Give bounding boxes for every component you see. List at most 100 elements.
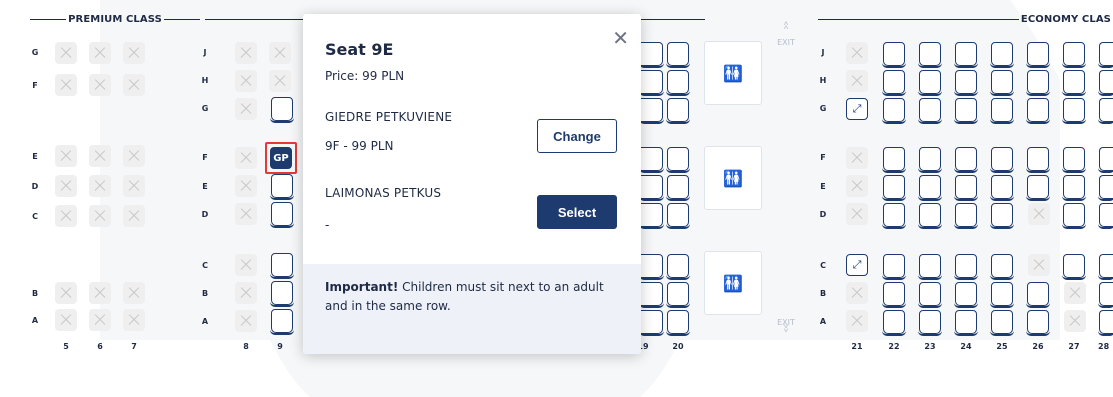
seat-19d[interactable] — [639, 203, 664, 229]
seat-27c[interactable] — [1062, 254, 1086, 280]
seat-22a[interactable] — [882, 310, 906, 336]
seat-9g[interactable] — [270, 97, 294, 123]
seat-22e[interactable] — [882, 175, 906, 201]
seat-28f[interactable] — [1098, 147, 1113, 173]
seat-26e[interactable] — [1026, 175, 1050, 201]
seat-20h[interactable] — [666, 70, 690, 96]
seat-23j[interactable] — [918, 42, 942, 68]
seat-9c[interactable] — [270, 253, 294, 279]
seat-23d[interactable] — [918, 203, 942, 229]
seat-9b[interactable] — [270, 281, 294, 307]
seat-27e[interactable] — [1062, 175, 1086, 201]
seat-19h[interactable] — [639, 70, 664, 96]
extra-legroom-icon[interactable]: ⤢ — [846, 254, 868, 276]
seat-25d[interactable] — [990, 203, 1014, 229]
seat-19e[interactable] — [639, 175, 664, 201]
extra-legroom-icon[interactable]: ⤢ — [846, 98, 868, 120]
seat-24f[interactable] — [954, 147, 978, 173]
select-button[interactable]: Select — [537, 195, 617, 229]
seat-22j[interactable] — [882, 42, 906, 68]
seat-23h[interactable] — [918, 70, 942, 96]
seat-20g[interactable] — [666, 98, 690, 124]
seat-24j[interactable] — [954, 42, 978, 68]
seat-25a[interactable] — [990, 310, 1014, 336]
seat-23e[interactable] — [918, 175, 942, 201]
seat-26h[interactable] — [1026, 70, 1050, 96]
seat-26j[interactable] — [1026, 42, 1050, 68]
seat-22d[interactable] — [882, 203, 906, 229]
seat-20j[interactable] — [666, 42, 690, 68]
seat-7a — [123, 309, 145, 331]
seat-19c[interactable] — [639, 254, 664, 280]
seat-25b[interactable] — [990, 282, 1014, 308]
seat-20d[interactable] — [666, 203, 690, 229]
seat-22g[interactable] — [882, 98, 906, 124]
seat-24h[interactable] — [954, 70, 978, 96]
seat-24g[interactable] — [954, 98, 978, 124]
seat-20a[interactable] — [666, 310, 690, 336]
passenger-name: LAIMONAS PETKUS — [325, 186, 442, 200]
seat-20c[interactable] — [666, 254, 690, 280]
seat-26g[interactable] — [1026, 98, 1050, 124]
seat-27d[interactable] — [1062, 203, 1086, 229]
seat-28d[interactable] — [1098, 203, 1113, 229]
seat-24b[interactable] — [954, 282, 978, 308]
row-label-a: A — [819, 317, 827, 326]
seat-9d[interactable] — [270, 202, 294, 228]
seat-27f[interactable] — [1062, 147, 1086, 173]
seat-23f[interactable] — [918, 147, 942, 173]
passenger-seat: 9F - 99 PLN — [325, 139, 394, 153]
seat-28e[interactable] — [1098, 175, 1113, 201]
seat-8a — [235, 310, 257, 332]
seat-25c[interactable] — [990, 254, 1014, 280]
seat-25g[interactable] — [990, 98, 1014, 124]
seat-28a[interactable] — [1098, 310, 1113, 336]
seat-24c[interactable] — [954, 254, 978, 280]
seat-25j[interactable] — [990, 42, 1014, 68]
change-button[interactable]: Change — [537, 119, 617, 153]
seat-27g[interactable] — [1062, 98, 1086, 124]
children-notice: Important! Children must sit next to an … — [303, 264, 641, 354]
seat-19f[interactable] — [639, 147, 664, 173]
seat-20e[interactable] — [666, 175, 690, 201]
seat-25h[interactable] — [990, 70, 1014, 96]
seat-19a[interactable] — [639, 310, 664, 336]
seat-22b[interactable] — [882, 282, 906, 308]
seat-19g[interactable] — [639, 98, 664, 124]
seat-20f[interactable] — [666, 147, 690, 173]
row-label-j: J — [821, 48, 825, 57]
seat-9f-occupied[interactable]: GP — [270, 147, 292, 169]
seat-28c[interactable] — [1098, 254, 1113, 280]
seat-28b[interactable] — [1098, 282, 1113, 308]
seat-20b[interactable] — [666, 282, 690, 308]
seat-26b[interactable] — [1026, 282, 1050, 308]
seat-28g[interactable] — [1098, 98, 1113, 124]
seat-25e[interactable] — [990, 175, 1014, 201]
seat-19j[interactable] — [639, 42, 664, 68]
close-icon[interactable]: ✕ — [612, 28, 629, 48]
seat-19b[interactable] — [639, 282, 664, 308]
seat-27j[interactable] — [1062, 42, 1086, 68]
seat-21d — [846, 203, 868, 225]
seat-9e[interactable] — [270, 174, 294, 200]
seat-22f[interactable] — [882, 147, 906, 173]
seat-23g[interactable] — [918, 98, 942, 124]
seat-6c — [89, 205, 111, 227]
seat-26a[interactable] — [1026, 310, 1050, 336]
seat-24d[interactable] — [954, 203, 978, 229]
seat-28h[interactable] — [1098, 70, 1113, 96]
seat-27h[interactable] — [1062, 70, 1086, 96]
seat-22c[interactable] — [882, 254, 906, 280]
seat-5d — [55, 175, 77, 197]
seat-28j[interactable] — [1098, 42, 1113, 68]
seat-9a[interactable] — [270, 309, 294, 335]
seat-26f[interactable] — [1026, 147, 1050, 173]
seat-23c[interactable] — [918, 254, 942, 280]
seat-23a[interactable] — [918, 310, 942, 336]
seat-25f[interactable] — [990, 147, 1014, 173]
row-label-a: A — [31, 316, 39, 325]
seat-23b[interactable] — [918, 282, 942, 308]
seat-24e[interactable] — [954, 175, 978, 201]
seat-22h[interactable] — [882, 70, 906, 96]
seat-24a[interactable] — [954, 310, 978, 336]
